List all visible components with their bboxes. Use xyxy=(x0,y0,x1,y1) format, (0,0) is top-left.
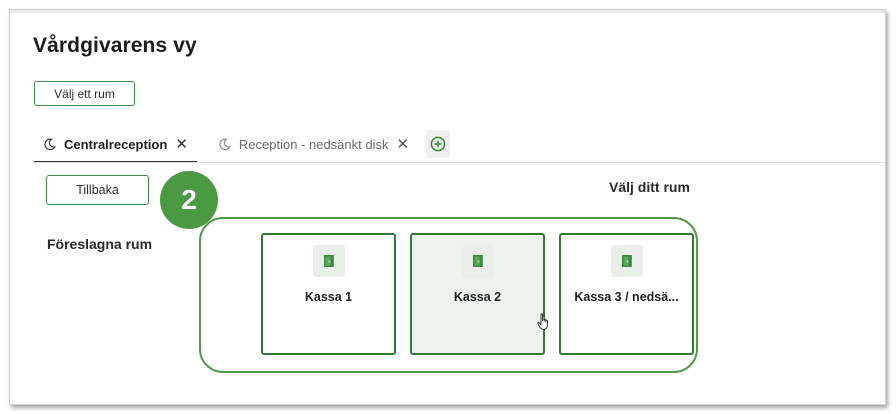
door-icon xyxy=(312,245,345,277)
door-icon xyxy=(610,245,643,277)
close-icon[interactable]: ✕ xyxy=(175,135,188,153)
back-button[interactable]: Tillbaka xyxy=(46,175,149,205)
plus-circle-icon xyxy=(430,136,446,152)
hand-cursor-icon xyxy=(537,313,548,330)
room-card-kassa-3[interactable]: Kassa 3 / nedsä... xyxy=(559,233,694,355)
moon-icon xyxy=(44,137,56,150)
tab-label: Reception - nedsänkt disk xyxy=(238,136,389,152)
door-icon xyxy=(461,245,494,277)
tab-label: Centralreception xyxy=(64,136,168,152)
page-title: Vårdgivarens vy xyxy=(33,34,197,57)
moon-icon xyxy=(219,137,231,150)
room-label: Kassa 1 xyxy=(304,290,353,304)
room-card-kassa-2[interactable]: Kassa 2 xyxy=(410,233,545,355)
pick-room-button[interactable]: Välj ett rum xyxy=(34,81,135,106)
window-top-bar xyxy=(10,10,885,13)
room-label: Kassa 2 xyxy=(453,290,502,304)
room-card-kassa-1[interactable]: Kassa 1 xyxy=(261,233,396,355)
suggested-rooms-label: Föreslagna rum xyxy=(47,236,153,252)
tab-centralreception[interactable]: Centralreception ✕ xyxy=(34,125,197,163)
tab-reception-nedsankt-disk[interactable]: Reception - nedsänkt disk ✕ xyxy=(209,125,418,163)
add-tab-button[interactable] xyxy=(426,130,451,158)
room-label: Kassa 3 / nedsä... xyxy=(574,290,679,304)
room-tabs: Centralreception ✕ Reception - nedsänkt … xyxy=(34,125,451,163)
tabs-divider xyxy=(34,162,885,163)
app-window: Vårdgivarens vy Välj ett rum Centralrece… xyxy=(9,9,886,405)
close-icon[interactable]: ✕ xyxy=(396,135,409,153)
section-title: Välj ditt rum xyxy=(609,179,690,195)
